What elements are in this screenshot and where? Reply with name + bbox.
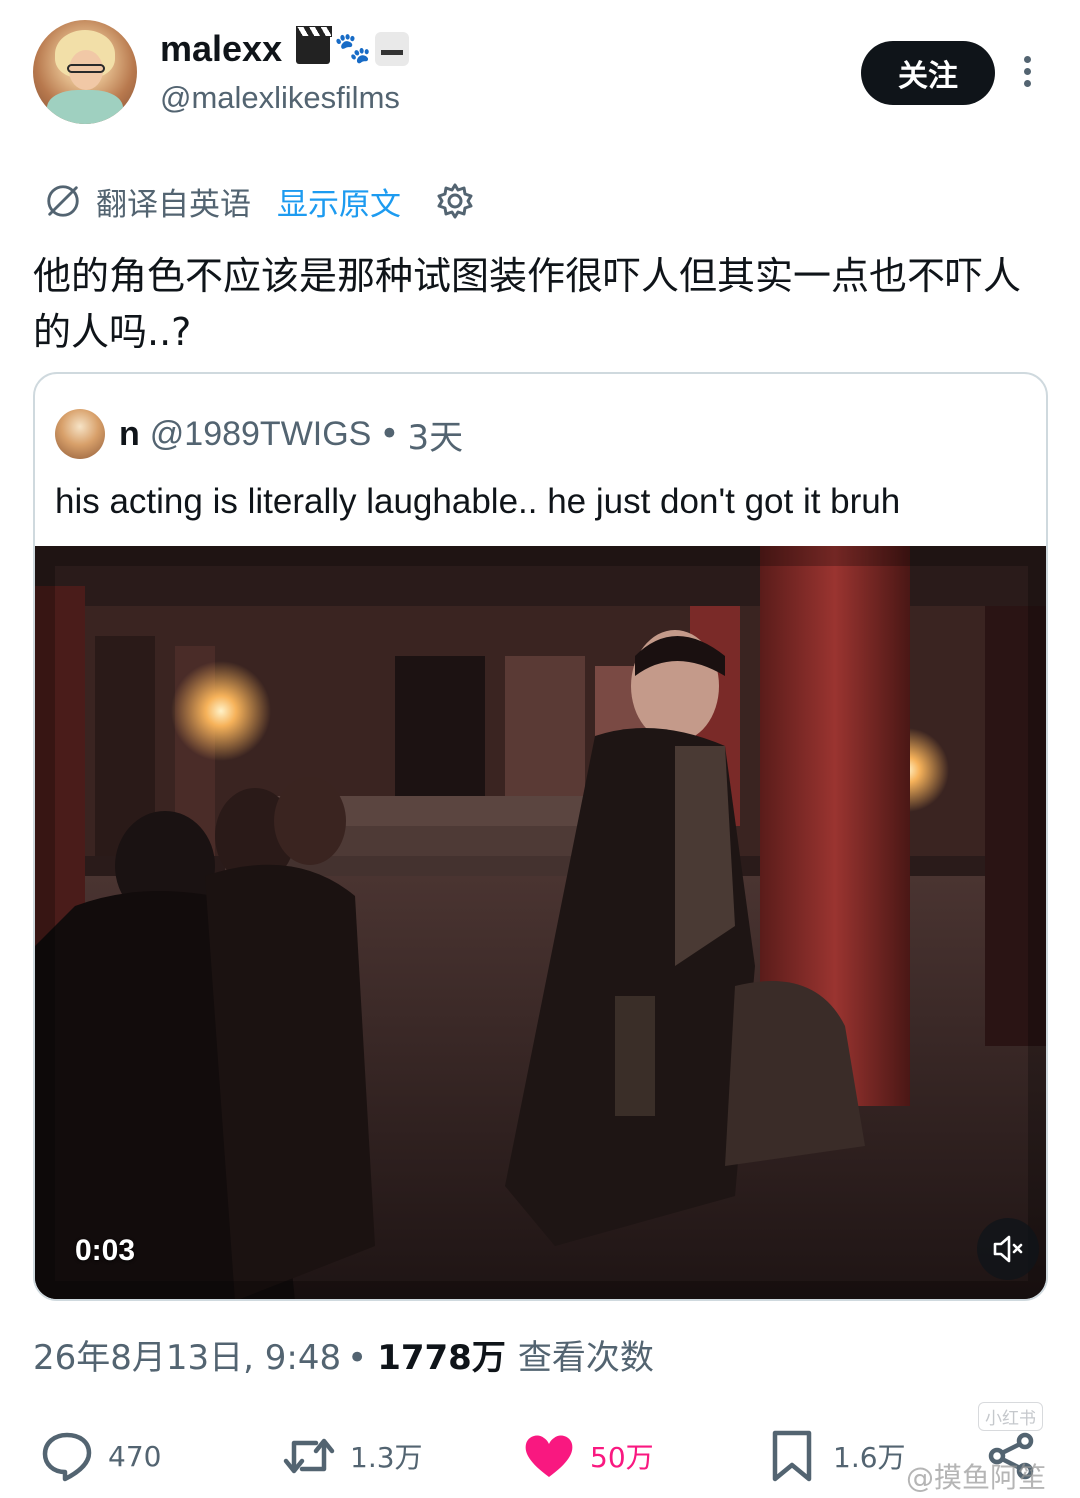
- clapper-board-icon: [296, 26, 333, 64]
- quoted-tweet-text: his acting is literally laughable.. he j…: [55, 482, 901, 521]
- martial-arts-uniform-icon: [375, 32, 410, 66]
- translate-globe-icon: [47, 185, 79, 217]
- tweet-page: malexx 🐾 @malexlikesfilms 关注 翻译自英语 显示原文: [0, 0, 1080, 1498]
- paw-prints-icon: 🐾: [334, 32, 372, 65]
- show-original-link[interactable]: 显示原文: [277, 179, 401, 224]
- more-options-icon[interactable]: [1013, 56, 1041, 92]
- video-timestamp: 0:03: [75, 1234, 136, 1267]
- tweet-header: malexx 🐾 @malexlikesfilms 关注: [0, 0, 1080, 150]
- author-display-name[interactable]: malexx 🐾: [160, 24, 410, 74]
- views-count: 1778万: [377, 1338, 506, 1378]
- like-count: 50万: [590, 1441, 654, 1474]
- quoted-author-name[interactable]: n: [119, 415, 140, 454]
- tweet-text: 他的角色不应该是那种试图装作很吓人但其实一点也不吓人的人吗..?: [33, 254, 1022, 354]
- reply-icon: [42, 1432, 92, 1482]
- retweet-count: 1.3万: [350, 1441, 423, 1474]
- heart-filled-icon: [525, 1435, 573, 1477]
- like-button[interactable]: 50万: [522, 1426, 654, 1486]
- bookmark-button[interactable]: 1.6万: [765, 1426, 906, 1486]
- weibo-watermark: @摸鱼阿笙: [906, 1461, 1047, 1494]
- retweet-button[interactable]: 1.3万: [282, 1426, 423, 1486]
- views-label: 查看次数: [517, 1338, 654, 1378]
- tweet-datetime[interactable]: 26年8月13日, 9:48: [33, 1330, 341, 1386]
- quoted-author-handle[interactable]: @1989TWIGS: [150, 415, 372, 454]
- speaker-muted-icon: [993, 1235, 1023, 1263]
- video-player[interactable]: 0:03: [35, 546, 1046, 1299]
- author-handle[interactable]: @malexlikesfilms: [160, 80, 400, 116]
- translated-from-label: 翻译自英语: [96, 186, 251, 223]
- reply-count: 470: [108, 1439, 162, 1473]
- quoted-tweet-header: n @1989TWIGS • 3天: [55, 406, 463, 462]
- video-frame: [35, 546, 1046, 1299]
- gear-icon[interactable]: [435, 181, 475, 221]
- retweet-icon: [283, 1438, 335, 1474]
- follow-button[interactable]: 关注: [861, 41, 995, 105]
- reply-button[interactable]: 470: [40, 1426, 161, 1486]
- quoted-author-avatar[interactable]: [55, 409, 105, 459]
- mute-toggle-button[interactable]: [977, 1218, 1039, 1280]
- author-name-text[interactable]: malexx: [160, 24, 282, 74]
- quoted-tweet-card[interactable]: n @1989TWIGS • 3天 his acting is literall…: [33, 372, 1048, 1301]
- translation-row: 翻译自英语 显示原文: [44, 176, 475, 226]
- author-avatar[interactable]: [33, 20, 137, 124]
- quoted-timestamp: 3天: [407, 417, 464, 458]
- xiaohongshu-watermark: 小红书: [978, 1402, 1043, 1431]
- quoted-separator: •: [379, 414, 400, 454]
- name-emoji-group: 🐾: [296, 26, 410, 66]
- bookmark-icon: [772, 1430, 812, 1482]
- meta-separator: •: [347, 1338, 368, 1378]
- bookmark-count: 1.6万: [833, 1441, 906, 1474]
- tweet-meta: 26年8月13日, 9:48 • 1778万 查看次数: [33, 1330, 654, 1386]
